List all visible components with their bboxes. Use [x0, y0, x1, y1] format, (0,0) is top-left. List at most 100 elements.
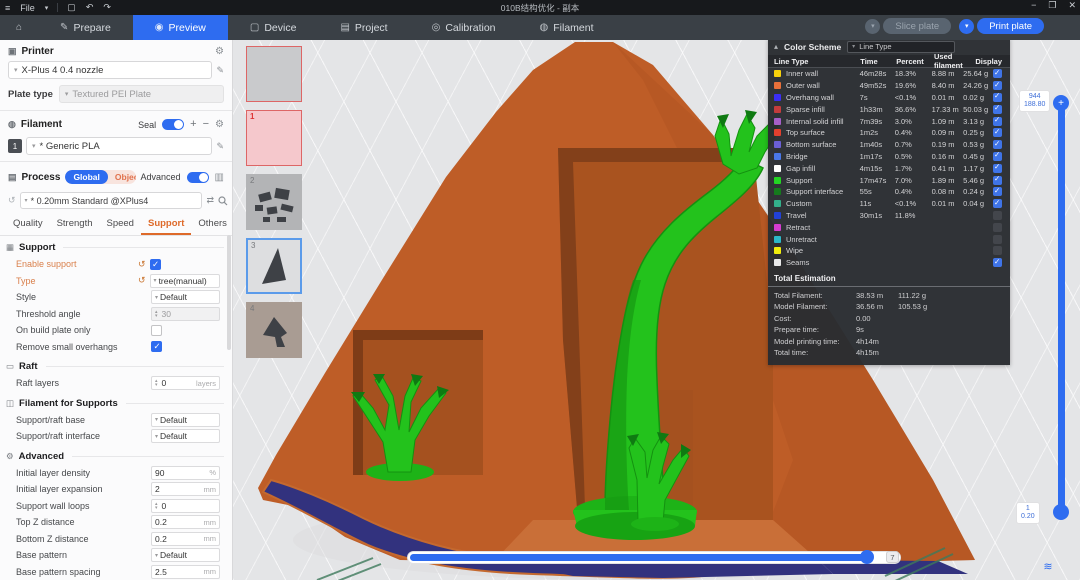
filament-settings-gear-icon[interactable]: ⚙ [215, 119, 224, 130]
line-type-length: 17.33 m [932, 105, 964, 114]
collapse-icon[interactable]: ▴ [774, 42, 778, 51]
file-menu[interactable]: File [15, 3, 40, 13]
printer-settings-gear-icon[interactable]: ⚙ [215, 46, 224, 57]
setting-input[interactable]: ▴▾ ▾ 0.2 mm [151, 532, 220, 546]
add-filament-icon[interactable]: + [190, 119, 196, 130]
on-build-plate-only-checkbox[interactable] [151, 325, 162, 336]
filament-preset-select[interactable]: ▾ * Generic PLA [26, 137, 212, 155]
display-checkbox[interactable] [993, 81, 1002, 90]
edit-printer-icon[interactable]: ✎ [216, 65, 224, 76]
chevron-down-icon[interactable]: ▾ [40, 4, 54, 12]
display-checkbox[interactable] [993, 117, 1002, 126]
display-checkbox[interactable] [993, 128, 1002, 137]
viewport-3d[interactable]: 1 2 3 4 ▴ Color Scheme ▾ Line Type Line … [233, 40, 1080, 580]
process-preset-select[interactable]: ▾ * 0.20mm Standard @XPlus4 [20, 192, 203, 209]
setting-input[interactable]: ▴▾ ▾ Default [151, 548, 220, 562]
move-slider[interactable]: 7 [408, 552, 900, 563]
setting-input[interactable]: ▴▾ ▾ 2 mm [151, 482, 220, 496]
thumb-model2-preview [247, 303, 301, 357]
edit-filament-icon[interactable]: ✎ [216, 141, 224, 152]
display-checkbox[interactable] [993, 176, 1002, 185]
minimize-button[interactable]: − [1031, 0, 1036, 11]
tab-others[interactable]: Others [191, 215, 234, 235]
enable-support-checkbox[interactable] [150, 259, 161, 270]
slice-plate-button[interactable]: Slice plate [883, 18, 951, 34]
global-option[interactable]: Global [65, 170, 107, 184]
plate-type-select[interactable]: ▾ Textured PEI Plate [59, 85, 224, 103]
display-checkbox[interactable] [993, 246, 1002, 255]
tab-support[interactable]: Support [141, 215, 191, 235]
display-checkbox[interactable] [993, 164, 1002, 173]
display-checkbox[interactable] [993, 93, 1002, 102]
tab-project[interactable]: ▤Project [318, 15, 409, 40]
reset-icon[interactable]: ↺ [138, 259, 146, 270]
display-checkbox[interactable] [993, 152, 1002, 161]
process-list-icon[interactable]: ▥ [215, 172, 224, 183]
move-slider-track[interactable] [410, 554, 870, 561]
seal-toggle[interactable] [162, 119, 184, 130]
display-checkbox[interactable] [993, 140, 1002, 149]
move-slider-handle[interactable] [860, 550, 874, 564]
display-checkbox[interactable] [993, 258, 1002, 267]
print-plate-button[interactable]: Print plate [977, 18, 1044, 34]
tab-prepare[interactable]: ✎Prepare [38, 15, 133, 40]
transfer-preset-icon[interactable]: ⇄ [206, 195, 214, 206]
display-checkbox[interactable] [993, 199, 1002, 208]
view-mode-select[interactable]: ▾ Line Type [847, 41, 955, 53]
tab-calibration[interactable]: ◎Calibration [410, 15, 518, 40]
setting-input[interactable]: ▴▾ ▾ 0 [151, 499, 220, 513]
support-raft-base-select[interactable]: ▾Default [151, 413, 220, 427]
layer-slider-top-handle[interactable]: + [1053, 95, 1069, 111]
line-type-time: 49m52s [860, 81, 895, 90]
tab-strength[interactable]: Strength [50, 215, 100, 235]
threshold-angle-spinner[interactable]: ▴▾30 [151, 307, 220, 321]
redo-icon[interactable]: ↷ [98, 2, 116, 13]
printer-preset-select[interactable]: ▾ X-Plus 4 0.4 nozzle [8, 61, 212, 79]
new-project-icon[interactable]: ▢ [62, 2, 81, 13]
print-dropdown-icon[interactable]: ▾ [959, 19, 974, 34]
panel-scrollbar[interactable] [227, 235, 231, 350]
advanced-toggle[interactable] [187, 172, 209, 183]
slice-dropdown-icon[interactable]: ▾ [865, 19, 880, 34]
support-raft-interface-select[interactable]: ▾Default [151, 429, 220, 443]
tab-home[interactable]: ⌂ [0, 15, 38, 40]
plate-thumb-2[interactable]: 1 [246, 110, 302, 166]
hamburger-menu-icon[interactable]: ≡ [0, 3, 15, 13]
setting-input[interactable]: ▴▾ ▾ 2.5 mm [151, 565, 220, 579]
display-checkbox[interactable] [993, 69, 1002, 78]
display-checkbox[interactable] [993, 105, 1002, 114]
global-objects-switch[interactable]: Global Objects [65, 170, 135, 184]
filament-slot-badge[interactable]: 1 [8, 139, 22, 153]
remove-filament-icon[interactable]: − [203, 119, 209, 130]
layer-slider-track[interactable] [1058, 103, 1065, 513]
maximize-button[interactable]: ❒ [1048, 0, 1056, 11]
undo-icon[interactable]: ↶ [81, 2, 99, 13]
plate-thumb-3[interactable]: 2 [246, 174, 302, 230]
setting-input[interactable]: ▴▾ ▾ 0.2 mm [151, 515, 220, 529]
reset-preset-icon[interactable]: ↺ [8, 195, 16, 206]
layer-slider-bottom-handle[interactable] [1053, 504, 1069, 520]
plate-thumb-4-selected[interactable]: 3 [246, 238, 302, 294]
objects-option[interactable]: Objects [108, 170, 136, 184]
layers-view-icon[interactable]: ≋ [1039, 558, 1057, 574]
remove-small-overhangs-checkbox[interactable] [151, 341, 162, 352]
tab-filament[interactable]: ◍Filament [518, 15, 616, 40]
tab-preview[interactable]: ◉Preview [133, 15, 228, 40]
plate-thumb-1[interactable] [246, 46, 302, 102]
reset-icon[interactable]: ↺ [138, 275, 146, 286]
close-button[interactable]: ✕ [1068, 0, 1076, 11]
tab-device[interactable]: ▢Device [228, 15, 319, 40]
display-checkbox[interactable] [993, 223, 1002, 232]
display-checkbox[interactable] [993, 235, 1002, 244]
setting-input[interactable]: ▴▾ ▾ 90 % [151, 466, 220, 480]
search-icon[interactable] [218, 196, 228, 206]
layer-range-slider[interactable]: + [1053, 95, 1069, 520]
raft-layers-spinner[interactable]: ▴▾0layers [151, 376, 220, 390]
support-type-select[interactable]: ▾tree(manual) [150, 274, 220, 288]
display-checkbox[interactable] [993, 211, 1002, 220]
plate-thumb-5[interactable]: 4 [246, 302, 302, 358]
tab-quality[interactable]: Quality [6, 215, 50, 235]
support-style-select[interactable]: ▾Default [151, 290, 220, 304]
display-checkbox[interactable] [993, 187, 1002, 196]
tab-speed[interactable]: Speed [100, 215, 141, 235]
